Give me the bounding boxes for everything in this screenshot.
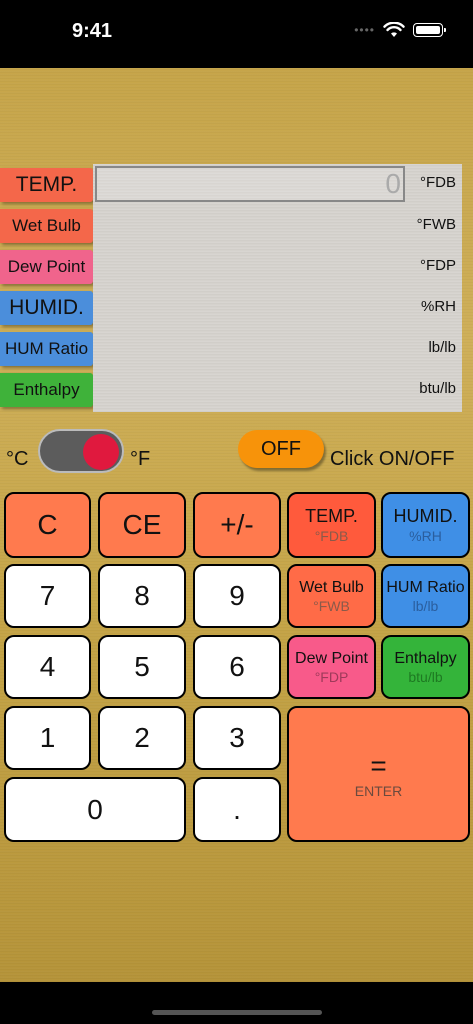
status-time: 9:41: [72, 20, 113, 42]
battery-icon: [413, 23, 446, 37]
power-button[interactable]: OFF: [238, 430, 324, 468]
decimal-button[interactable]: .: [193, 777, 281, 842]
digit-8-label: 8: [134, 580, 150, 611]
label-dew-point[interactable]: Dew Point: [0, 250, 93, 284]
digit-6-label: 6: [229, 651, 245, 682]
hum-ratio-key-unit: lb/lb: [412, 597, 439, 614]
app-background: TEMP. Wet Bulb Dew Point HUMID. HUM Rati…: [0, 68, 473, 982]
unit-rh: %RH: [420, 298, 456, 315]
unit-toggle-switch[interactable]: [38, 429, 124, 473]
sign-toggle-label: +/-: [220, 509, 254, 540]
digit-3-button[interactable]: 3: [193, 706, 281, 770]
digit-2-label: 2: [134, 722, 150, 753]
status-icons: ••••: [354, 22, 446, 38]
digit-0-button[interactable]: 0: [4, 777, 186, 842]
digit-1-button[interactable]: 1: [4, 706, 91, 770]
wet-bulb-key[interactable]: Wet Bulb °FWB: [287, 564, 376, 628]
temp-key-unit: °FDB: [314, 528, 349, 544]
digit-4-button[interactable]: 4: [4, 635, 91, 699]
decimal-label: .: [233, 793, 241, 825]
label-hum-ratio[interactable]: HUM Ratio: [0, 332, 93, 366]
humid-key-label: HUMID.: [393, 506, 458, 526]
celsius-label: °C: [6, 448, 29, 470]
fahrenheit-label: °F: [130, 448, 151, 470]
enter-symbol: =: [370, 749, 387, 781]
label-wet-bulb[interactable]: Wet Bulb: [0, 209, 93, 243]
unit-fwb: °FWB: [416, 216, 456, 233]
home-indicator[interactable]: [152, 1010, 322, 1015]
unit-fdp: °FDP: [420, 257, 456, 274]
digit-4-label: 4: [39, 651, 56, 682]
dew-point-key[interactable]: Dew Point °FDP: [287, 635, 376, 699]
digit-9-label: 9: [229, 580, 245, 611]
unit-fdb: °FDB: [420, 174, 456, 191]
dew-point-key-label: Dew Point: [295, 649, 368, 667]
switch-knob: [83, 434, 119, 470]
clear-entry-label: CE: [122, 509, 162, 540]
digit-1-label: 1: [39, 722, 56, 753]
humid-key[interactable]: HUMID. %RH: [381, 492, 470, 558]
clear-label: C: [37, 509, 58, 540]
label-enthalpy[interactable]: Enthalpy: [0, 373, 93, 407]
clear-entry-button[interactable]: CE: [98, 492, 186, 558]
sign-toggle-button[interactable]: +/-: [193, 492, 281, 558]
unit-btu-lb: btu/lb: [419, 380, 456, 397]
wifi-icon: [383, 22, 405, 37]
digit-6-button[interactable]: 6: [193, 635, 281, 699]
temp-key[interactable]: TEMP. °FDB: [287, 492, 376, 558]
digit-7-label: 7: [39, 580, 56, 611]
wet-bulb-key-label: Wet Bulb: [299, 578, 364, 596]
digit-0-label: 0: [87, 793, 103, 825]
clear-button[interactable]: C: [4, 492, 91, 558]
digit-3-label: 3: [229, 722, 245, 753]
digit-8-button[interactable]: 8: [98, 564, 186, 628]
signal-dots-icon: ••••: [354, 23, 375, 37]
enter-label: ENTER: [354, 782, 403, 799]
power-hint: Click ON/OFF: [330, 448, 455, 470]
hum-ratio-key[interactable]: HUM Ratio lb/lb: [381, 564, 470, 628]
digit-5-label: 5: [134, 651, 150, 682]
label-humid[interactable]: HUMID.: [0, 291, 93, 325]
temp-key-label: TEMP.: [305, 506, 358, 526]
digit-5-button[interactable]: 5: [98, 635, 186, 699]
digit-7-button[interactable]: 7: [4, 564, 91, 628]
humid-key-unit: %RH: [409, 528, 442, 544]
label-temp[interactable]: TEMP.: [0, 168, 93, 202]
digit-9-button[interactable]: 9: [193, 564, 281, 628]
display-input[interactable]: 0: [95, 166, 405, 202]
status-bar: 9:41 ••••: [0, 0, 473, 68]
display-panel: 0 °FDB °FWB °FDP %RH lb/lb btu/lb: [93, 164, 462, 412]
enthalpy-key[interactable]: Enthalpy btu/lb: [381, 635, 470, 699]
unit-lb-lb: lb/lb: [428, 339, 456, 356]
digit-2-button[interactable]: 2: [98, 706, 186, 770]
dew-point-key-unit: °FDP: [314, 668, 349, 685]
hum-ratio-key-label: HUM Ratio: [386, 578, 465, 596]
wet-bulb-key-unit: °FWB: [313, 597, 350, 614]
enthalpy-key-label: Enthalpy: [394, 649, 457, 667]
enthalpy-key-unit: btu/lb: [408, 668, 443, 685]
enter-button[interactable]: = ENTER: [287, 706, 470, 842]
